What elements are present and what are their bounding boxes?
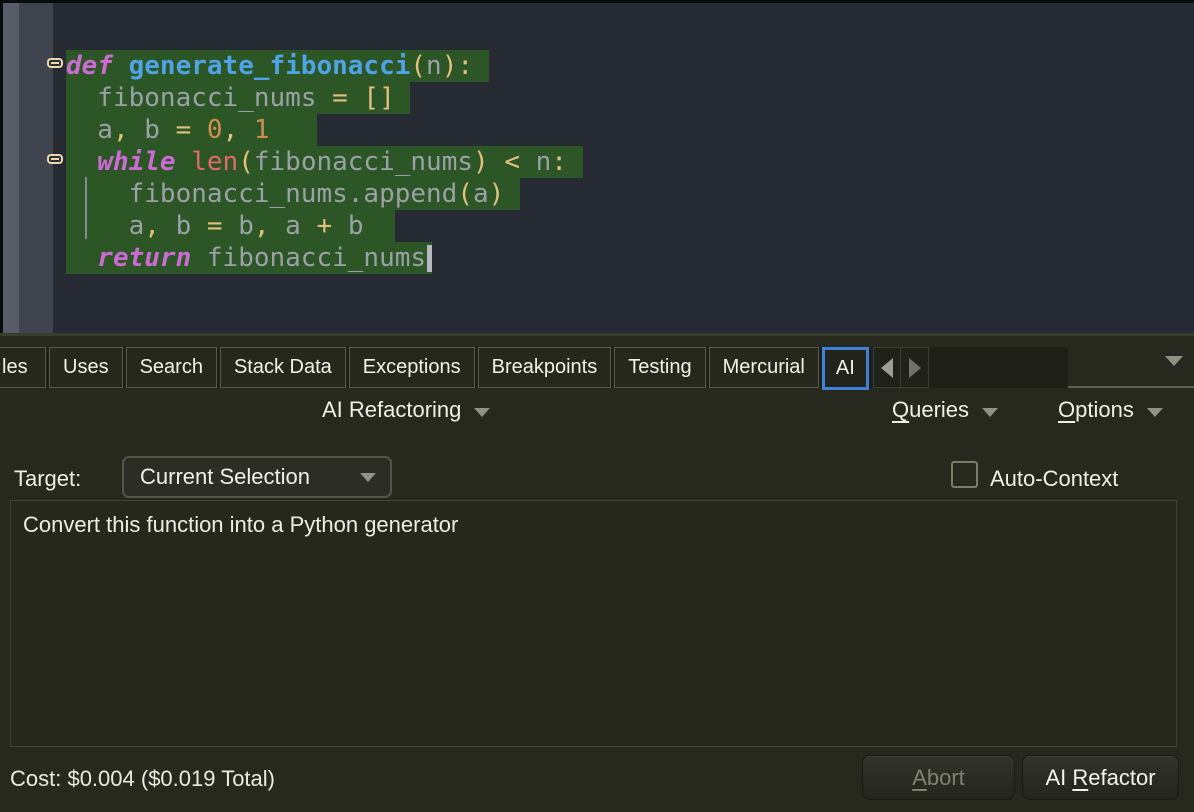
ai-refactoring-menu[interactable]: AI Refactoring [322, 397, 490, 423]
ai-tool-panel: les Uses Search Stack Data Exceptions Br… [0, 336, 1194, 812]
queries-menu[interactable]: Queries [892, 397, 998, 423]
text-cursor [427, 245, 432, 272]
tab-overflow-icon [1165, 356, 1183, 366]
tab-mercurial[interactable]: Mercurial [709, 347, 819, 388]
tab-scroll-buttons [873, 347, 929, 388]
tab-scroll-right-icon [909, 358, 921, 378]
editor-top-edge [0, 0, 1194, 3]
editor-edge-strip [3, 0, 19, 333]
tab-scroll-right-button[interactable] [900, 348, 928, 387]
abort-button[interactable]: Abort [862, 755, 1015, 800]
tab-uses[interactable]: Uses [49, 347, 123, 388]
fold-collapse-icon[interactable] [47, 58, 63, 68]
code-editor[interactable]: def generate_fibonacci(n): fibonacci_num… [0, 0, 1194, 333]
code-lines[interactable]: def generate_fibonacci(n): fibonacci_num… [66, 50, 583, 274]
dropdown-caret-icon [1147, 408, 1163, 417]
dropdown-caret-icon [474, 408, 490, 417]
indent-guide [85, 177, 87, 239]
tab-scroll-left-button[interactable] [874, 348, 901, 387]
tab-ai[interactable]: AI [822, 347, 869, 390]
tab-stack-data[interactable]: Stack Data [220, 347, 346, 388]
editor-left-edge [0, 0, 3, 333]
ide-window: def generate_fibonacci(n): fibonacci_num… [0, 0, 1194, 812]
target-selector[interactable]: Current Selection [122, 456, 392, 498]
fold-collapse-icon[interactable] [47, 154, 63, 164]
ai-refactor-button[interactable]: AI Refactor [1022, 755, 1179, 800]
options-menu[interactable]: Options [1058, 397, 1163, 423]
tab-overflow-button[interactable] [1165, 353, 1183, 371]
tab-files-partial[interactable]: les [0, 347, 46, 388]
tab-search[interactable]: Search [126, 347, 217, 388]
cost-status: Cost: $0.004 ($0.019 Total) [10, 766, 275, 792]
prompt-input[interactable]: Convert this function into a Python gene… [10, 500, 1177, 747]
fold-gutter [19, 0, 53, 333]
dropdown-caret-icon [360, 473, 376, 482]
target-label: Target: [14, 466, 81, 492]
tab-scroll-left-icon [881, 358, 893, 378]
tab-testing[interactable]: Testing [614, 347, 705, 388]
auto-context-label: Auto-Context [990, 466, 1118, 492]
auto-context-checkbox[interactable] [951, 461, 978, 488]
tab-exceptions[interactable]: Exceptions [349, 347, 475, 388]
tool-tabbar: les Uses Search Stack Data Exceptions Br… [0, 347, 1068, 388]
target-selector-value: Current Selection [140, 464, 310, 490]
tab-breakpoints[interactable]: Breakpoints [478, 347, 612, 388]
dropdown-caret-icon [982, 408, 998, 417]
